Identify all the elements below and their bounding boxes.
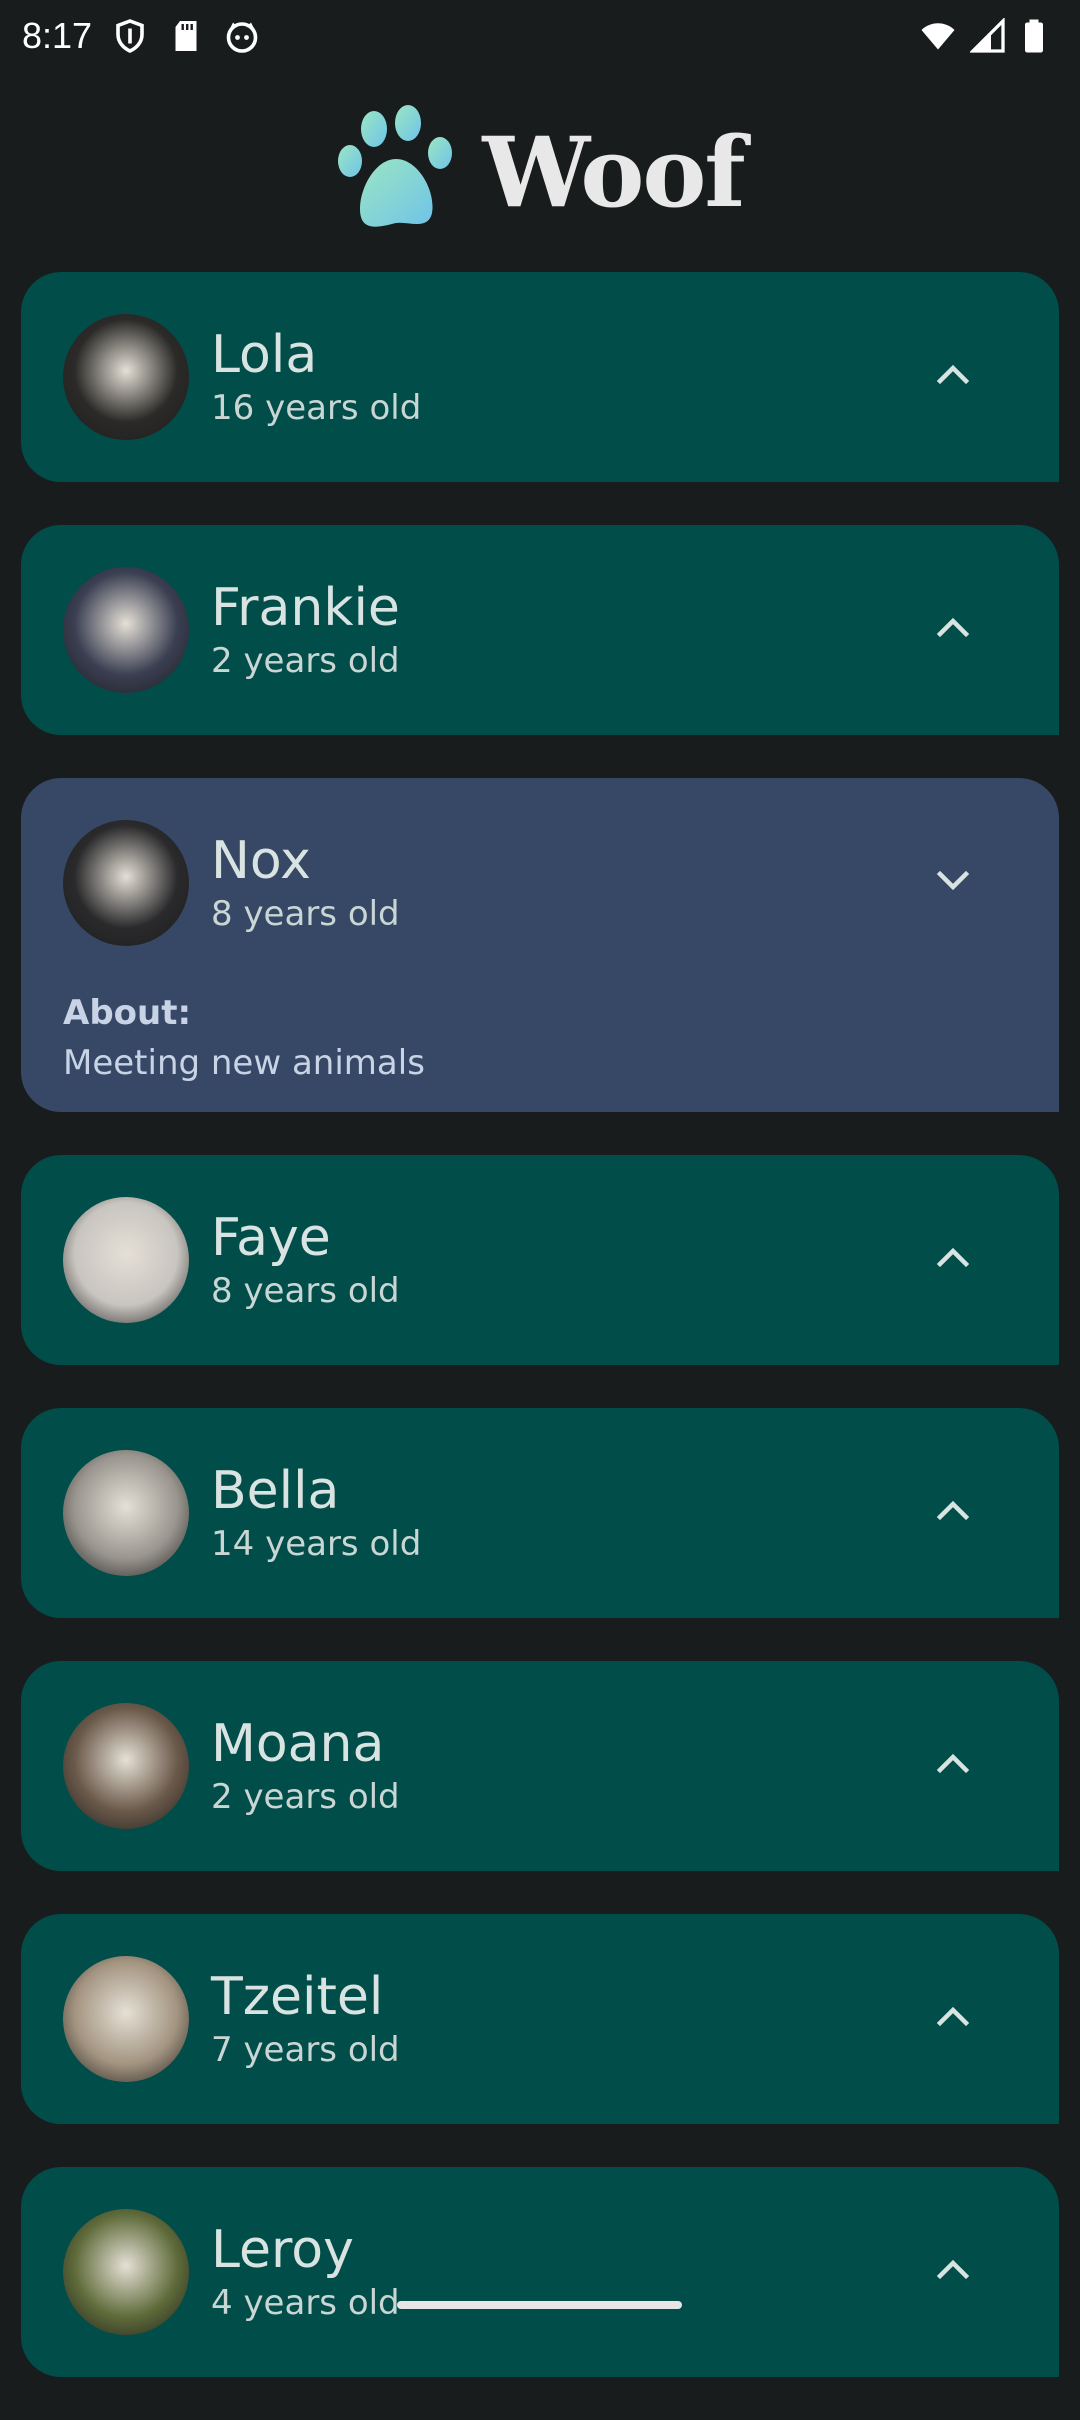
dog-card[interactable]: Faye 8 years old xyxy=(21,1155,1059,1365)
dog-info: Frankie 2 years old xyxy=(211,577,911,683)
chevron-up-icon xyxy=(932,1490,974,1536)
chevron-down-icon xyxy=(932,860,974,906)
status-time: 8:17 xyxy=(22,15,93,56)
wifi-icon xyxy=(918,18,955,54)
dog-info: Moana 2 years old xyxy=(211,1713,911,1819)
dog-age: 8 years old xyxy=(211,1271,400,1311)
dog-info: Bella 14 years old xyxy=(211,1460,911,1566)
expand-button[interactable] xyxy=(911,841,995,925)
cat-face-icon xyxy=(224,18,260,54)
dog-card[interactable]: Tzeitel 7 years old xyxy=(21,1914,1059,2124)
dog-name: Lola xyxy=(211,325,318,385)
status-right xyxy=(918,17,1058,54)
dog-name: Leroy xyxy=(211,2220,354,2280)
dog-card[interactable]: Moana 2 years old xyxy=(21,1661,1059,1871)
dog-avatar xyxy=(63,1703,189,1829)
app-title: Woof xyxy=(482,115,745,229)
dog-card-header: Tzeitel 7 years old xyxy=(21,1914,1059,2124)
battery-icon xyxy=(1022,18,1058,54)
dog-card-header: Faye 8 years old xyxy=(21,1155,1059,1365)
dog-age: 16 years old xyxy=(211,388,422,428)
chevron-up-icon xyxy=(932,1743,974,1789)
sd-card-icon xyxy=(168,18,204,54)
dog-info: Tzeitel 7 years old xyxy=(211,1966,911,2072)
expand-button[interactable] xyxy=(911,2230,995,2314)
dog-card-header: Bella 14 years old xyxy=(21,1408,1059,1618)
dog-avatar xyxy=(63,567,189,693)
dog-avatar xyxy=(63,1450,189,1576)
expand-button[interactable] xyxy=(911,335,995,419)
paw-icon xyxy=(336,105,460,239)
dog-age: 7 years old xyxy=(211,2030,400,2070)
dog-age: 8 years old xyxy=(211,894,400,934)
dog-info: Lola 16 years old xyxy=(211,324,911,430)
dog-name: Frankie xyxy=(211,578,400,638)
about-text: Meeting new animals xyxy=(63,1043,425,1083)
dog-card[interactable]: Bella 14 years old xyxy=(21,1408,1059,1618)
about-label: About: xyxy=(63,993,192,1033)
dog-name: Nox xyxy=(211,831,311,891)
dog-age: 2 years old xyxy=(211,641,400,681)
dog-info: Leroy 4 years old xyxy=(211,2219,911,2325)
expand-button[interactable] xyxy=(911,1977,995,2061)
status-bar: 8:17 xyxy=(0,0,1080,72)
dog-card[interactable]: Nox 8 years old About: Meeting new animals xyxy=(21,778,1059,1112)
dog-card-header: Frankie 2 years old xyxy=(21,525,1059,735)
expand-button[interactable] xyxy=(911,1724,995,1808)
expand-button[interactable] xyxy=(911,1471,995,1555)
expand-button[interactable] xyxy=(911,1218,995,1302)
chevron-up-icon xyxy=(932,1996,974,2042)
top-app-bar: Woof xyxy=(0,72,1080,272)
dog-card[interactable]: Frankie 2 years old xyxy=(21,525,1059,735)
chevron-up-icon xyxy=(932,607,974,653)
dog-age: 14 years old xyxy=(211,1524,422,1564)
dog-card-header: Nox 8 years old xyxy=(21,778,1059,988)
dog-name: Tzeitel xyxy=(211,1967,384,2027)
dog-name: Bella xyxy=(211,1461,340,1521)
dog-list[interactable]: Lola 16 years old Frankie 2 years old Nox 8 y… xyxy=(21,272,1059,2420)
dog-card[interactable]: Lola 16 years old xyxy=(21,272,1059,482)
dog-avatar xyxy=(63,314,189,440)
dog-card-header: Moana 2 years old xyxy=(21,1661,1059,1871)
dog-card-header: Leroy 4 years old xyxy=(21,2167,1059,2377)
dog-avatar xyxy=(63,1956,189,2082)
cellular-signal-icon xyxy=(969,17,1006,54)
dog-name: Moana xyxy=(211,1714,385,1774)
dog-info: Nox 8 years old xyxy=(211,830,911,936)
shield-icon xyxy=(112,18,148,54)
dog-avatar xyxy=(63,2209,189,2335)
dog-about-section: About: Meeting new animals xyxy=(21,988,1059,1112)
status-left: 8:17 xyxy=(22,15,260,57)
chevron-up-icon xyxy=(932,2249,974,2295)
dog-age: 2 years old xyxy=(211,1777,400,1817)
dog-name: Faye xyxy=(211,1208,331,1268)
dog-avatar xyxy=(63,820,189,946)
dog-info: Faye 8 years old xyxy=(211,1207,911,1313)
home-indicator[interactable] xyxy=(397,2301,682,2309)
dog-card[interactable]: Leroy 4 years old xyxy=(21,2167,1059,2377)
chevron-up-icon xyxy=(932,354,974,400)
chevron-up-icon xyxy=(932,1237,974,1283)
dog-card-header: Lola 16 years old xyxy=(21,272,1059,482)
expand-button[interactable] xyxy=(911,588,995,672)
dog-avatar xyxy=(63,1197,189,1323)
